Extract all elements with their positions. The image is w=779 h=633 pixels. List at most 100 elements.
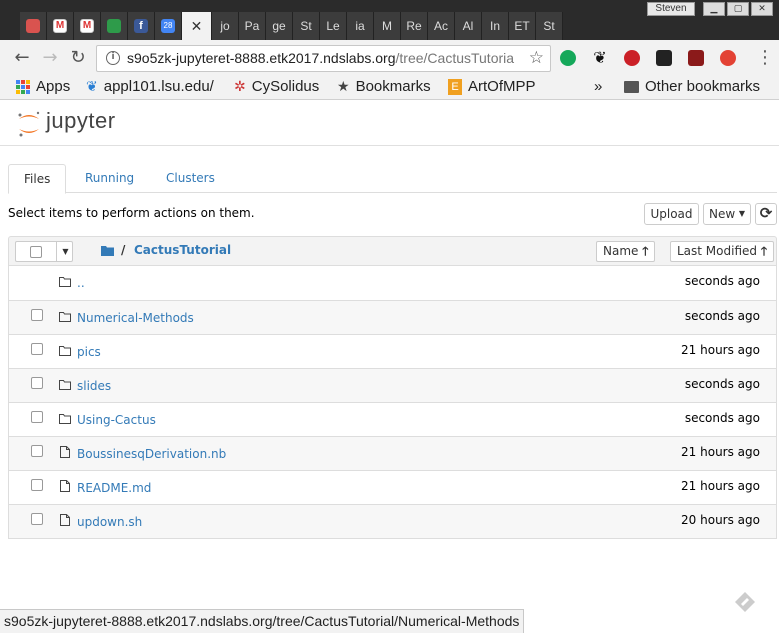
caret-down-icon[interactable]: ▼ [56, 242, 74, 261]
bookmark-artofmpp[interactable]: E ArtOfMPP [448, 78, 536, 95]
browser-tab[interactable] [20, 12, 47, 40]
tab-running[interactable]: Running [70, 164, 149, 193]
bookmark-appl101[interactable]: ❦ appl101.lsu.edu/ [86, 78, 214, 95]
amazon-icon[interactable] [656, 50, 672, 66]
pinterest-icon[interactable] [624, 50, 640, 66]
menu-icon[interactable]: ⋮ [756, 48, 774, 68]
browser-tab[interactable]: In [482, 12, 509, 40]
file-icon [60, 480, 70, 492]
browser-tab[interactable]: f [128, 12, 155, 40]
browser-tab[interactable]: Al [455, 12, 482, 40]
refresh-button[interactable]: ⟳ [755, 203, 777, 225]
bookmark-label: ArtOfMPP [468, 78, 536, 95]
browser-tab[interactable]: Re [401, 12, 428, 40]
tab-title: St [543, 19, 555, 33]
tab-clusters[interactable]: Clusters [151, 164, 230, 193]
browser-tab[interactable]: M [374, 12, 401, 40]
file-name-link[interactable]: BoussinesqDerivation.nb [77, 447, 226, 461]
new-label: New [709, 207, 736, 221]
row-checkbox[interactable] [31, 479, 43, 491]
bookmark-cysolidus[interactable]: ✲ CySolidus [234, 78, 319, 95]
bookmark-folder[interactable]: ★ Bookmarks [337, 78, 431, 95]
status-bubble: s9o5zk-jupyteret-8888.etk2017.ndslabs.or… [0, 609, 525, 633]
forward-button[interactable]: → [40, 48, 60, 68]
audio-icon[interactable] [688, 50, 704, 66]
browser-tab[interactable]: M [74, 12, 101, 40]
bookmarks-overflow-button[interactable]: » [594, 78, 602, 95]
file-row[interactable]: README.md 21 hours ago [9, 470, 776, 504]
folder-icon [59, 346, 71, 356]
browser-tab[interactable]: St [536, 12, 563, 40]
file-name-link[interactable]: Using-Cactus [77, 413, 156, 427]
profile-button[interactable]: Steven [647, 2, 695, 16]
extension-badge-icon[interactable] [720, 50, 736, 66]
file-name-link[interactable]: README.md [77, 481, 151, 495]
browser-tab[interactable]: 28 [155, 12, 182, 40]
extension-icon[interactable]: ❦ [592, 50, 608, 66]
row-checkbox[interactable] [31, 343, 43, 355]
file-name-link[interactable]: pics [77, 345, 101, 359]
jupyter-logo-text[interactable]: jupyter [46, 108, 116, 134]
file-name-link[interactable]: slides [77, 379, 111, 393]
tab-title: ET [514, 19, 530, 33]
select-all-dropdown[interactable]: ▼ [15, 241, 73, 262]
back-button[interactable]: ← [12, 48, 32, 68]
star-icon[interactable]: ☆ [529, 48, 544, 68]
grammarly-icon[interactable] [560, 50, 576, 66]
folder-icon [59, 380, 71, 390]
browser-tab[interactable]: Ac [428, 12, 455, 40]
folder-icon[interactable] [101, 245, 114, 256]
maximize-button[interactable]: ▢ [727, 2, 749, 16]
tab-title: St [300, 19, 312, 33]
sort-by-modified-button[interactable]: Last Modified 🡑 [670, 241, 775, 262]
tab-title: jo [220, 19, 230, 33]
browser-tab[interactable]: jo [212, 12, 239, 40]
row-checkbox[interactable] [31, 411, 43, 423]
browser-tab[interactable]: ge [266, 12, 293, 40]
minimize-button[interactable]: ▁ [703, 2, 725, 16]
tab-title: Ac [433, 19, 448, 33]
breadcrumb-current-dir[interactable]: CactusTutorial [134, 243, 231, 257]
row-checkbox[interactable] [31, 309, 43, 321]
tab-title: Pa [244, 19, 260, 33]
row-checkbox[interactable] [31, 513, 43, 525]
browser-tab[interactable]: M [47, 12, 74, 40]
browser-tab[interactable]: Pa [239, 12, 266, 40]
window-close-button[interactable]: ✕ [751, 2, 773, 16]
file-row[interactable]: slides seconds ago [9, 368, 776, 402]
file-modified: seconds ago [684, 377, 760, 391]
star-folder-icon: ★ [337, 78, 350, 94]
file-row[interactable]: Numerical-Methods seconds ago [9, 300, 776, 334]
apps-shortcut[interactable]: Apps [16, 78, 70, 95]
tab-files[interactable]: Files [8, 164, 67, 194]
file-row[interactable]: updown.sh 20 hours ago [9, 504, 776, 538]
browser-tab[interactable] [101, 12, 128, 40]
browser-tab[interactable]: St [293, 12, 320, 40]
tab-title: Re [406, 19, 422, 33]
row-checkbox[interactable] [31, 377, 43, 389]
address-bar[interactable]: i s9o5zk-jupyteret-8888.etk2017.ndslabs.… [96, 45, 551, 72]
jupyter-logo-icon[interactable] [16, 110, 42, 138]
select-all-checkbox[interactable] [30, 246, 42, 258]
file-row[interactable]: Using-Cactus seconds ago [9, 402, 776, 436]
other-bookmarks[interactable]: Other bookmarks [624, 78, 760, 95]
url-host: s9o5zk-jupyteret-8888.etk2017.ndslabs.or… [127, 50, 396, 66]
browser-tab[interactable]: ia [347, 12, 374, 40]
close-icon[interactable]: ✕ [191, 18, 203, 35]
info-icon[interactable]: i [106, 51, 120, 65]
new-dropdown-button[interactable]: New ▼ [703, 203, 751, 225]
row-checkbox[interactable] [31, 445, 43, 457]
browser-tab[interactable]: Le [320, 12, 347, 40]
file-row[interactable]: .. seconds ago [9, 266, 776, 300]
browser-tab[interactable]: ET [509, 12, 536, 40]
file-name-link[interactable]: .. [77, 276, 85, 290]
upload-button[interactable]: Upload [644, 203, 699, 225]
file-name-link[interactable]: Numerical-Methods [77, 311, 194, 325]
reload-button[interactable]: ↻ [68, 48, 88, 68]
file-row[interactable]: pics 21 hours ago [9, 334, 776, 368]
sort-by-name-button[interactable]: Name 🡑 [596, 241, 656, 262]
file-name-link[interactable]: updown.sh [77, 515, 142, 529]
browser-tab[interactable]: ✕ [182, 12, 212, 40]
file-row[interactable]: BoussinesqDerivation.nb 21 hours ago [9, 436, 776, 470]
bookmark-label: Bookmarks [355, 78, 431, 95]
